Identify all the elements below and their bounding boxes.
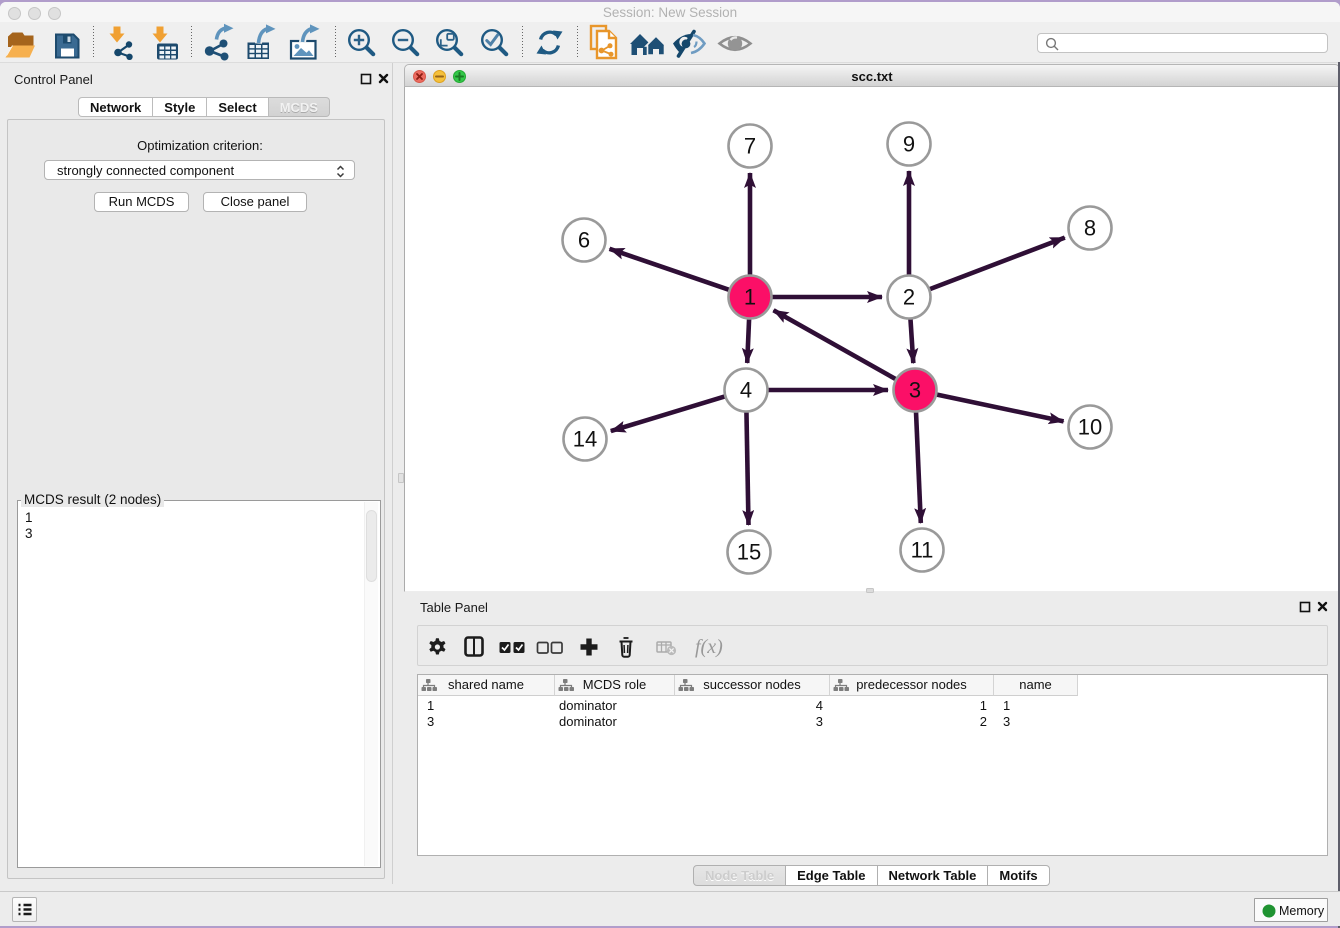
- svg-text:1: 1: [744, 285, 756, 310]
- svg-text:11: 11: [911, 538, 934, 563]
- svg-text:14: 14: [573, 427, 597, 452]
- svg-text:10: 10: [1078, 415, 1102, 440]
- svg-text:9: 9: [903, 132, 915, 157]
- svg-text:7: 7: [744, 134, 756, 159]
- svg-text:4: 4: [740, 378, 752, 403]
- svg-text:8: 8: [1084, 216, 1096, 241]
- svg-text:6: 6: [578, 228, 590, 253]
- svg-text:2: 2: [903, 285, 915, 310]
- svg-text:3: 3: [909, 378, 921, 403]
- svg-text:f(x): f(x): [695, 636, 723, 658]
- svg-text:15: 15: [737, 540, 761, 565]
